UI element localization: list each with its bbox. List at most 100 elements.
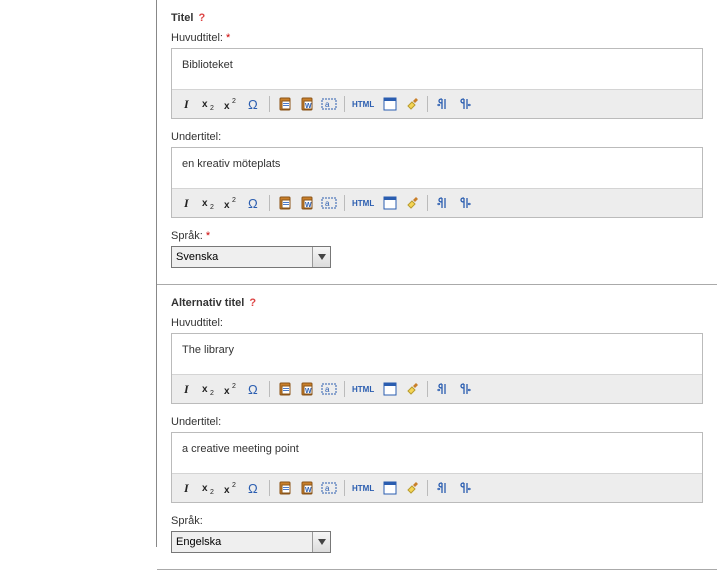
omega-button[interactable]: Ω	[244, 379, 264, 399]
svg-text:x: x	[224, 200, 230, 210]
rtl-button[interactable]	[455, 193, 475, 213]
ltr-button[interactable]	[433, 379, 453, 399]
alt-sprak-select[interactable]: Engelska	[172, 532, 312, 552]
section-alt-titel: Alternativ titel ? Huvudtitel: The libra…	[157, 285, 717, 570]
toolbar-separator	[427, 480, 428, 496]
ltr-button[interactable]	[433, 478, 453, 498]
omega-button[interactable]: Ω	[244, 94, 264, 114]
svg-text:x: x	[224, 386, 230, 396]
undertitel-toolbar: Ix2x2ΩWaHTML	[172, 188, 702, 217]
sup-button[interactable]: x2	[222, 478, 242, 498]
abbr-button[interactable]: a	[319, 379, 339, 399]
sup-button[interactable]: x2	[222, 193, 242, 213]
toolbar-separator	[269, 96, 270, 112]
abbr-button[interactable]: a	[319, 478, 339, 498]
fullscreen-button[interactable]	[380, 478, 400, 498]
clean-button[interactable]	[402, 94, 422, 114]
html-button[interactable]: HTML	[350, 379, 378, 399]
huvudtitel-editor: Biblioteket Ix2x2ΩWaHTML	[171, 48, 703, 119]
undertitel-label-text: Undertitel:	[171, 131, 221, 143]
svg-text:W: W	[305, 202, 312, 209]
alt-undertitel-label-text: Undertitel:	[171, 416, 221, 428]
fullscreen-button[interactable]	[380, 379, 400, 399]
alt-huvudtitel-input[interactable]: The library	[172, 334, 702, 374]
sup-button[interactable]: x2	[222, 379, 242, 399]
omega-button[interactable]: Ω	[244, 193, 264, 213]
huvudtitel-label: Huvudtitel: *	[171, 32, 703, 44]
svg-text:a: a	[325, 385, 330, 394]
svg-text:2: 2	[232, 98, 236, 105]
svg-text:x: x	[202, 483, 208, 494]
paste-text-button[interactable]	[275, 478, 295, 498]
sprak-select[interactable]: Svenska	[172, 247, 312, 267]
svg-text:2: 2	[210, 105, 214, 111]
rtl-button[interactable]	[455, 379, 475, 399]
fullscreen-button[interactable]	[380, 193, 400, 213]
undertitel-editor: en kreativ möteplats Ix2x2ΩWaHTML	[171, 147, 703, 218]
italic-button[interactable]: I	[178, 94, 198, 114]
sub-button[interactable]: x2	[200, 94, 220, 114]
ltr-button[interactable]	[433, 94, 453, 114]
html-button[interactable]: HTML	[350, 478, 378, 498]
huvudtitel-toolbar: Ix2x2ΩWaHTML	[172, 89, 702, 118]
required-mark: *	[226, 32, 230, 44]
svg-text:2: 2	[232, 482, 236, 489]
toolbar-separator	[269, 381, 270, 397]
svg-text:I: I	[183, 481, 190, 495]
clean-button[interactable]	[402, 478, 422, 498]
rtl-button[interactable]	[455, 94, 475, 114]
paste-word-button[interactable]: W	[297, 478, 317, 498]
html-button[interactable]: HTML	[350, 193, 378, 213]
titel-heading-text: Titel	[171, 12, 193, 24]
italic-button[interactable]: I	[178, 379, 198, 399]
toolbar-separator	[344, 195, 345, 211]
paste-word-button[interactable]: W	[297, 379, 317, 399]
paste-text-button[interactable]	[275, 379, 295, 399]
italic-button[interactable]: I	[178, 478, 198, 498]
fullscreen-button[interactable]	[380, 94, 400, 114]
abbr-button[interactable]: a	[319, 193, 339, 213]
alt-undertitel-input[interactable]: a creative meeting point	[172, 433, 702, 473]
svg-text:2: 2	[210, 390, 214, 396]
toolbar-separator	[269, 480, 270, 496]
paste-word-button[interactable]: W	[297, 193, 317, 213]
sub-button[interactable]: x2	[200, 193, 220, 213]
toolbar-separator	[344, 96, 345, 112]
undertitel-label: Undertitel:	[171, 131, 703, 143]
svg-text:W: W	[305, 103, 312, 110]
svg-text:Ω: Ω	[248, 382, 258, 396]
alt-titel-help-icon[interactable]: ?	[249, 297, 256, 309]
clean-button[interactable]	[402, 193, 422, 213]
paste-text-button[interactable]	[275, 193, 295, 213]
sub-button[interactable]: x2	[200, 379, 220, 399]
clean-button[interactable]	[402, 379, 422, 399]
sup-button[interactable]: x2	[222, 94, 242, 114]
omega-button[interactable]: Ω	[244, 478, 264, 498]
svg-text:x: x	[202, 99, 208, 110]
undertitel-input[interactable]: en kreativ möteplats	[172, 148, 702, 188]
toolbar-separator	[269, 195, 270, 211]
chevron-down-icon[interactable]	[312, 247, 330, 267]
svg-text:2: 2	[210, 204, 214, 210]
italic-button[interactable]: I	[178, 193, 198, 213]
alt-sprak-select-wrap[interactable]: Engelska	[171, 531, 331, 553]
rtl-button[interactable]	[455, 478, 475, 498]
sub-button[interactable]: x2	[200, 478, 220, 498]
chevron-down-icon[interactable]	[312, 532, 330, 552]
svg-text:HTML: HTML	[352, 484, 374, 493]
svg-text:HTML: HTML	[352, 385, 374, 394]
titel-help-icon[interactable]: ?	[198, 12, 205, 24]
paste-text-button[interactable]	[275, 94, 295, 114]
html-button[interactable]: HTML	[350, 94, 378, 114]
huvudtitel-input[interactable]: Biblioteket	[172, 49, 702, 89]
sprak-select-wrap[interactable]: Svenska	[171, 246, 331, 268]
ltr-button[interactable]	[433, 193, 453, 213]
toolbar-separator	[427, 381, 428, 397]
paste-word-button[interactable]: W	[297, 94, 317, 114]
alt-titel-heading-text: Alternativ titel	[171, 297, 244, 309]
svg-text:x: x	[224, 485, 230, 495]
left-sidebar	[0, 0, 156, 547]
abbr-button[interactable]: a	[319, 94, 339, 114]
section-alt-titel-heading: Alternativ titel ?	[171, 297, 703, 309]
alt-undertitel-label: Undertitel:	[171, 416, 703, 428]
